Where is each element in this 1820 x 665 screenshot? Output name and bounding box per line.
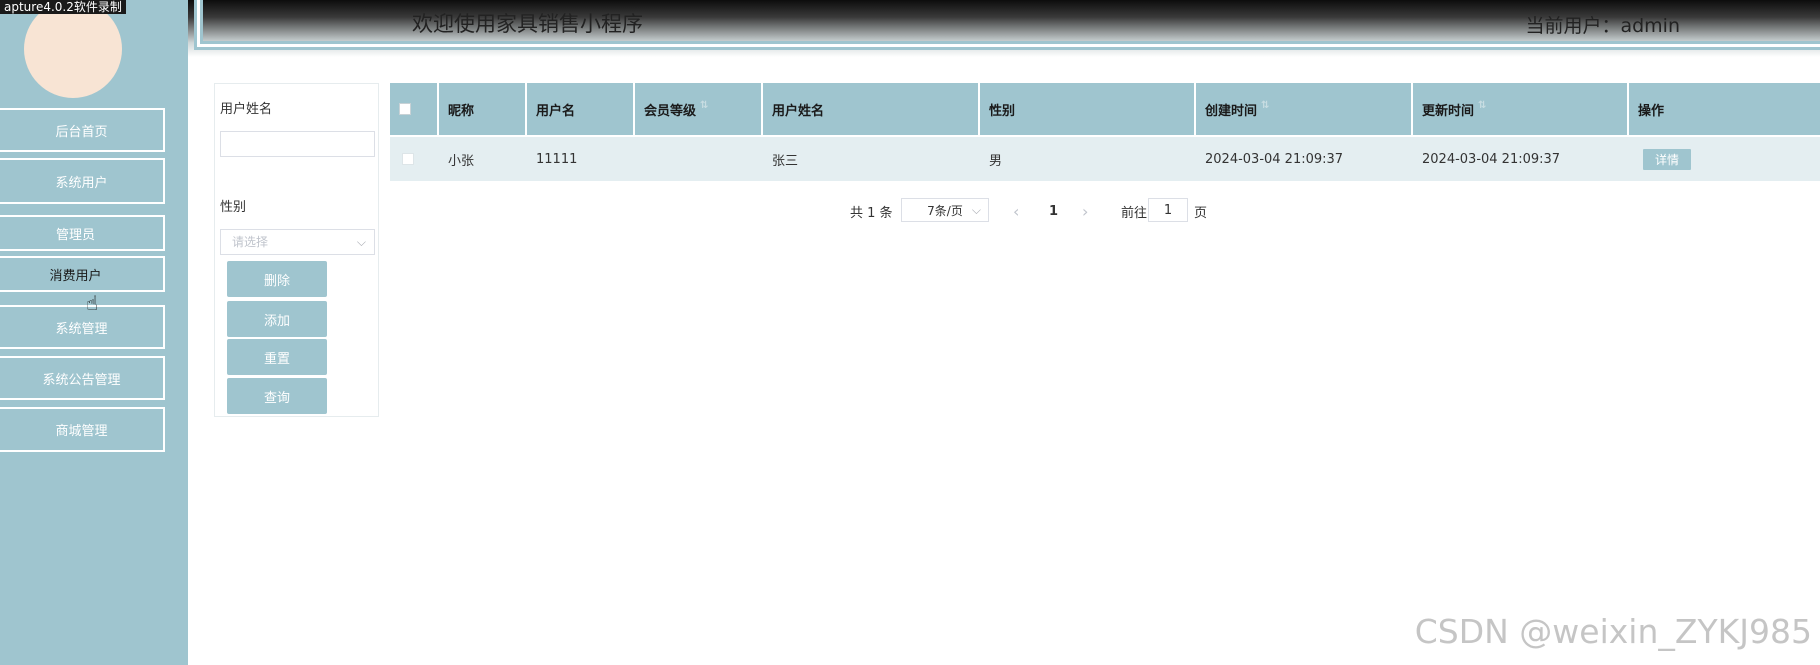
chevron-down-icon: ⌵ (356, 235, 366, 249)
next-page-button[interactable]: › (1082, 198, 1088, 224)
header-username[interactable]: 用户名 (527, 83, 635, 135)
sidebar-item-label: 系统管理 (55, 321, 108, 337)
header-label: 操作 (1638, 103, 1665, 119)
header-updated[interactable]: 更新时间 ⇅ (1413, 83, 1629, 135)
sidebar-item-label: 管理员 (55, 227, 95, 243)
pointer-hand-icon: ☝ (86, 291, 99, 315)
cell-created: 2024-03-04 21:09:37 (1205, 151, 1344, 167)
detail-button[interactable]: 详情 (1643, 148, 1692, 170)
goto-page-value: 1 (1163, 202, 1173, 218)
name-input[interactable] (220, 131, 375, 157)
delete-button[interactable]: 删除 (227, 261, 327, 297)
cell-nickname: 小张 (448, 153, 475, 169)
header-label: 创建时间 (1205, 104, 1258, 119)
header-realname[interactable]: 用户姓名 (763, 83, 980, 135)
sidebar-item-announcements[interactable]: 系统公告管理 (0, 356, 165, 400)
header-gender[interactable]: 性别 (980, 83, 1196, 135)
header-label: 昵称 (448, 103, 475, 119)
header-label: 会员等级 (644, 104, 697, 119)
select-all-cell (390, 83, 439, 135)
sort-icon[interactable]: ⇅ (1478, 100, 1486, 111)
header-level[interactable]: 会员等级 ⇅ (635, 83, 763, 135)
header-label: 更新时间 (1422, 104, 1475, 119)
sidebar-item-consumer-users[interactable]: 消费用户 (0, 256, 165, 292)
table-row[interactable]: 小张 11111 张三 男 2024-03-04 21:09:37 2024-0… (390, 137, 1820, 181)
header: 欢迎使用家具销售小程序 当前用户：admin (188, 0, 1820, 57)
sidebar-item-admins[interactable]: 管理员 (0, 215, 165, 251)
cell-realname: 张三 (772, 153, 799, 169)
sidebar-item-mall-management[interactable]: 商城管理 (0, 407, 165, 452)
cell-username: 11111 (536, 151, 578, 167)
page-size-select[interactable]: 7条/页 ⌵ (901, 198, 989, 222)
header-created[interactable]: 创建时间 ⇅ (1196, 83, 1413, 135)
page-title: 欢迎使用家具销售小程序 (412, 12, 643, 36)
header-nickname[interactable]: 昵称 (439, 83, 527, 135)
sidebar-item-label: 系统用户 (55, 175, 108, 191)
sidebar-item-system-users[interactable]: 系统用户 (0, 158, 165, 204)
name-label: 用户姓名 (220, 102, 273, 117)
goto-page-input[interactable]: 1 (1148, 198, 1188, 222)
cell-gender: 男 (989, 153, 1003, 169)
sidebar-item-label: 后台首页 (55, 124, 108, 140)
sidebar: 后台首页 系统用户 管理员 消费用户 系统管理 系统公告管理 商城管理 (0, 0, 188, 665)
reset-button[interactable]: 重置 (227, 339, 327, 375)
header-label: 用户名 (536, 103, 576, 119)
sidebar-item-label: 系统公告管理 (42, 372, 121, 388)
cell-level (635, 137, 763, 181)
row-select-cell (390, 137, 439, 181)
recording-banner: apture4.0.2软件录制 (0, 0, 126, 14)
add-button[interactable]: 添加 (227, 301, 327, 337)
sort-icon[interactable]: ⇅ (1261, 100, 1269, 111)
pagination-total: 共 1 条 (850, 205, 893, 221)
watermark: CSDN @weixin_ZYKJ985 (1414, 612, 1812, 651)
sidebar-item-system-management[interactable]: 系统管理 (0, 305, 165, 349)
cell-actions: 详情 (1629, 137, 1820, 181)
cell-updated: 2024-03-04 21:09:37 (1422, 151, 1561, 167)
sort-icon[interactable]: ⇅ (700, 100, 708, 111)
page-number-current[interactable]: 1 (1049, 198, 1058, 224)
table-header-row: 昵称 用户名 会员等级 ⇅ 用户姓名 性别 创建时间 ⇅ 更新时间 ⇅ 操作 (390, 83, 1820, 135)
header-label: 用户姓名 (772, 103, 825, 119)
page-size-value: 7条/页 (927, 203, 963, 218)
header-actions: 操作 (1629, 83, 1820, 135)
query-button[interactable]: 查询 (227, 378, 327, 414)
gender-label: 性别 (220, 200, 247, 215)
page-suffix: 页 (1194, 205, 1208, 221)
gender-select[interactable]: 请选择 ⌵ (220, 229, 375, 255)
chevron-down-icon: ⌵ (971, 202, 981, 217)
filter-panel: 用户姓名 性别 请选择 ⌵ 删除 添加 重置 查询 (214, 83, 379, 417)
sidebar-item-label: 消费用户 (49, 268, 102, 284)
gender-placeholder: 请选择 (232, 235, 269, 249)
prev-page-button[interactable]: ‹ (1013, 198, 1019, 224)
avatar[interactable] (24, 0, 122, 98)
goto-label: 前往 (1121, 205, 1148, 221)
row-checkbox[interactable] (402, 153, 414, 165)
sidebar-item-home[interactable]: 后台首页 (0, 108, 165, 152)
current-user: 当前用户：admin (1525, 15, 1680, 37)
sidebar-item-label: 商城管理 (55, 424, 108, 439)
header-label: 性别 (989, 103, 1016, 119)
select-all-checkbox[interactable] (399, 103, 411, 115)
